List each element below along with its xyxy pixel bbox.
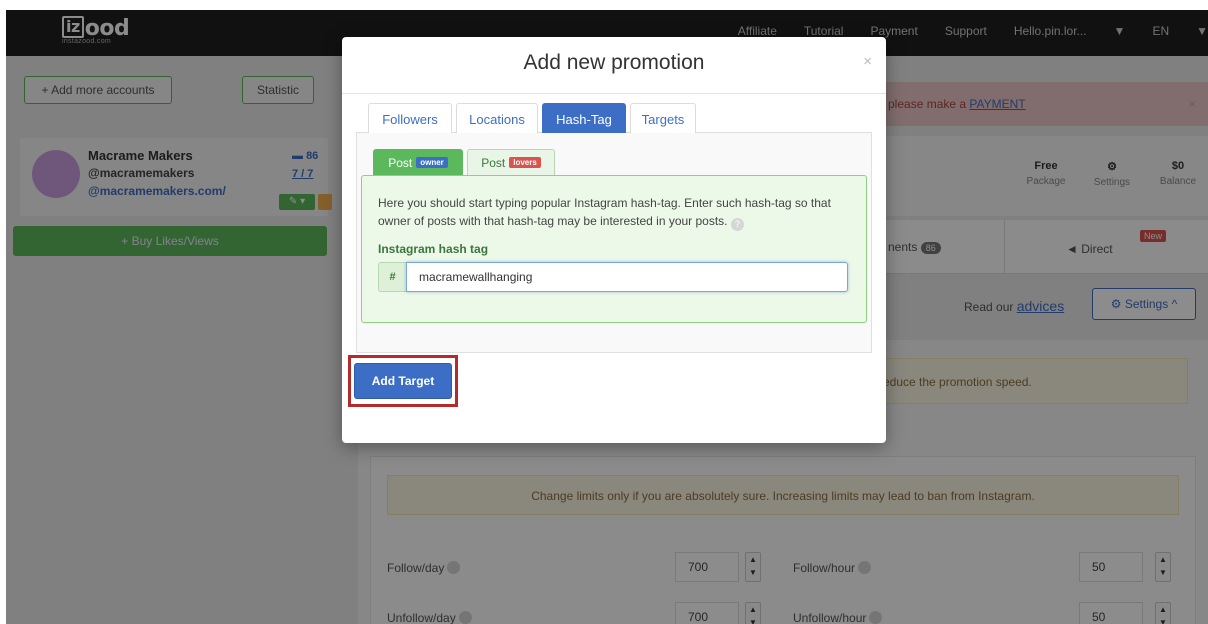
post-lovers-label: Post bbox=[481, 155, 506, 170]
promotion-tabs: Followers Locations Hash-Tag Targets bbox=[356, 103, 872, 134]
tab-hash-tag[interactable]: Hash-Tag bbox=[542, 103, 626, 134]
highlight-box bbox=[348, 355, 458, 407]
lovers-tag: lovers bbox=[509, 157, 541, 168]
tab-followers[interactable]: Followers bbox=[368, 103, 452, 134]
close-icon[interactable]: × bbox=[863, 53, 872, 70]
modal-divider bbox=[342, 93, 886, 94]
tab-targets[interactable]: Targets bbox=[630, 103, 696, 134]
help-text: Here you should start typing popular Ins… bbox=[378, 194, 858, 231]
add-promotion-modal: Add new promotion × Followers Locations … bbox=[342, 37, 886, 443]
help-text-body: Here you should start typing popular Ins… bbox=[378, 196, 831, 228]
hash-tag-form: Here you should start typing popular Ins… bbox=[361, 175, 867, 323]
hash-tag-input[interactable] bbox=[406, 262, 848, 292]
tab-locations[interactable]: Locations bbox=[456, 103, 538, 134]
post-owner-tab[interactable]: Post owner bbox=[373, 149, 463, 175]
post-owner-label: Post bbox=[388, 155, 413, 170]
hash-tag-label: Instagram hash tag bbox=[378, 242, 489, 256]
hash-tag-panel: Post owner Post lovers Here you should sta… bbox=[356, 133, 872, 353]
modal-title: Add new promotion bbox=[523, 51, 705, 74]
post-lovers-tab[interactable]: Post lovers bbox=[467, 149, 555, 175]
app-window: iz ood instazood.com Affiliate Tutorial P… bbox=[6, 10, 1208, 624]
hash-icon: # bbox=[378, 262, 406, 292]
help-icon[interactable]: ? bbox=[730, 218, 744, 231]
owner-tag: owner bbox=[416, 157, 448, 168]
